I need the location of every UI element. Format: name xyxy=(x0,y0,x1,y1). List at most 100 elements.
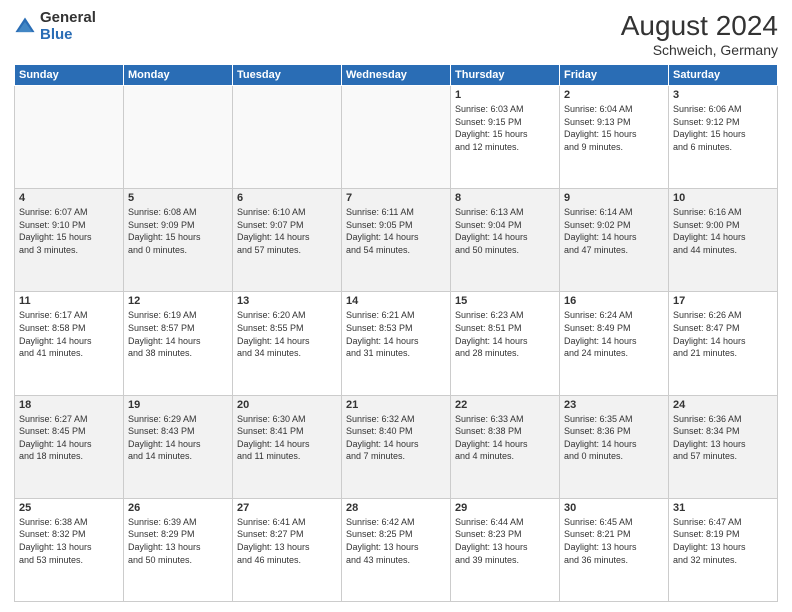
day-number: 30 xyxy=(564,502,664,514)
logo: General Blue xyxy=(14,10,96,43)
calendar-week-row: 11 Sunrise: 6:17 AM Sunset: 8:58 PM Dayli… xyxy=(15,292,778,395)
table-row: 19 Sunrise: 6:29 AM Sunset: 8:43 PM Dayli… xyxy=(124,395,233,498)
day-number: 31 xyxy=(673,502,773,514)
day-info: Sunrise: 6:36 AM Sunset: 8:34 PM Dayligh… xyxy=(673,413,773,463)
day-info: Sunrise: 6:08 AM Sunset: 9:09 PM Dayligh… xyxy=(128,206,228,256)
day-info: Sunrise: 6:20 AM Sunset: 8:55 PM Dayligh… xyxy=(237,309,337,359)
day-info: Sunrise: 6:17 AM Sunset: 8:58 PM Dayligh… xyxy=(19,309,119,359)
table-row: 25Sunrise: 6:38 AM Sunset: 8:32 PM Dayli… xyxy=(15,498,124,601)
day-info: Sunrise: 6:16 AM Sunset: 9:00 PM Dayligh… xyxy=(673,206,773,256)
calendar-header-row: Sunday Monday Tuesday Wednesday Thursday… xyxy=(15,65,778,86)
day-number: 14 xyxy=(346,295,446,307)
calendar-week-row: 4Sunrise: 6:07 AM Sunset: 9:10 PM Daylig… xyxy=(15,189,778,292)
day-number: 7 xyxy=(346,192,446,204)
day-info: Sunrise: 6:38 AM Sunset: 8:32 PM Dayligh… xyxy=(19,516,119,566)
day-number: 8 xyxy=(455,192,555,204)
day-info: Sunrise: 6:10 AM Sunset: 9:07 PM Dayligh… xyxy=(237,206,337,256)
day-info: Sunrise: 6:21 AM Sunset: 8:53 PM Dayligh… xyxy=(346,309,446,359)
col-saturday: Saturday xyxy=(669,65,778,86)
table-row xyxy=(342,86,451,189)
day-info: Sunrise: 6:39 AM Sunset: 8:29 PM Dayligh… xyxy=(128,516,228,566)
day-number: 15 xyxy=(455,295,555,307)
day-info: Sunrise: 6:30 AM Sunset: 8:41 PM Dayligh… xyxy=(237,413,337,463)
table-row: 7Sunrise: 6:11 AM Sunset: 9:05 PM Daylig… xyxy=(342,189,451,292)
table-row: 20 Sunrise: 6:30 AM Sunset: 8:41 PM Dayli… xyxy=(233,395,342,498)
table-row: 11 Sunrise: 6:17 AM Sunset: 8:58 PM Dayli… xyxy=(15,292,124,395)
header: General Blue August 2024 Schweich, Germa… xyxy=(14,10,778,58)
day-number: 16 xyxy=(564,295,664,307)
table-row: 12 Sunrise: 6:19 AM Sunset: 8:57 PM Dayli… xyxy=(124,292,233,395)
logo-text: General Blue xyxy=(40,10,96,43)
calendar-week-row: 18 Sunrise: 6:27 AM Sunset: 8:45 PM Dayli… xyxy=(15,395,778,498)
day-number: 17 xyxy=(673,295,773,307)
table-row: 23Sunrise: 6:35 AM Sunset: 8:36 PM Dayli… xyxy=(560,395,669,498)
day-info: Sunrise: 6:35 AM Sunset: 8:36 PM Dayligh… xyxy=(564,413,664,463)
day-info: Sunrise: 6:44 AM Sunset: 8:23 PM Dayligh… xyxy=(455,516,555,566)
table-row: 26Sunrise: 6:39 AM Sunset: 8:29 PM Dayli… xyxy=(124,498,233,601)
table-row: 1Sunrise: 6:03 AM Sunset: 9:15 PM Daylig… xyxy=(451,86,560,189)
day-number: 21 xyxy=(346,399,446,411)
day-number: 29 xyxy=(455,502,555,514)
table-row: 17 Sunrise: 6:26 AM Sunset: 8:47 PM Dayli… xyxy=(669,292,778,395)
day-info: Sunrise: 6:47 AM Sunset: 8:19 PM Dayligh… xyxy=(673,516,773,566)
table-row: 13 Sunrise: 6:20 AM Sunset: 8:55 PM Dayli… xyxy=(233,292,342,395)
table-row: 29 Sunrise: 6:44 AM Sunset: 8:23 PM Dayli… xyxy=(451,498,560,601)
day-info: Sunrise: 6:42 AM Sunset: 8:25 PM Dayligh… xyxy=(346,516,446,566)
day-info: Sunrise: 6:26 AM Sunset: 8:47 PM Dayligh… xyxy=(673,309,773,359)
table-row: 3Sunrise: 6:06 AM Sunset: 9:12 PM Daylig… xyxy=(669,86,778,189)
day-number: 20 xyxy=(237,399,337,411)
table-row: 30 Sunrise: 6:45 AM Sunset: 8:21 PM Dayli… xyxy=(560,498,669,601)
col-thursday: Thursday xyxy=(451,65,560,86)
day-number: 24 xyxy=(673,399,773,411)
day-info: Sunrise: 6:45 AM Sunset: 8:21 PM Dayligh… xyxy=(564,516,664,566)
table-row: 9Sunrise: 6:14 AM Sunset: 9:02 PM Daylig… xyxy=(560,189,669,292)
day-info: Sunrise: 6:41 AM Sunset: 8:27 PM Dayligh… xyxy=(237,516,337,566)
table-row: 2Sunrise: 6:04 AM Sunset: 9:13 PM Daylig… xyxy=(560,86,669,189)
day-number: 9 xyxy=(564,192,664,204)
day-number: 18 xyxy=(19,399,119,411)
table-row xyxy=(15,86,124,189)
table-row: 4Sunrise: 6:07 AM Sunset: 9:10 PM Daylig… xyxy=(15,189,124,292)
day-info: Sunrise: 6:33 AM Sunset: 8:38 PM Dayligh… xyxy=(455,413,555,463)
day-number: 6 xyxy=(237,192,337,204)
col-monday: Monday xyxy=(124,65,233,86)
day-info: Sunrise: 6:24 AM Sunset: 8:49 PM Dayligh… xyxy=(564,309,664,359)
table-row: 8 Sunrise: 6:13 AM Sunset: 9:04 PM Daylig… xyxy=(451,189,560,292)
day-number: 3 xyxy=(673,89,773,101)
calendar-week-row: 25Sunrise: 6:38 AM Sunset: 8:32 PM Dayli… xyxy=(15,498,778,601)
table-row xyxy=(124,86,233,189)
day-info: Sunrise: 6:07 AM Sunset: 9:10 PM Dayligh… xyxy=(19,206,119,256)
day-info: Sunrise: 6:19 AM Sunset: 8:57 PM Dayligh… xyxy=(128,309,228,359)
table-row: 16 Sunrise: 6:24 AM Sunset: 8:49 PM Dayli… xyxy=(560,292,669,395)
day-info: Sunrise: 6:29 AM Sunset: 8:43 PM Dayligh… xyxy=(128,413,228,463)
day-number: 27 xyxy=(237,502,337,514)
month-year: August 2024 xyxy=(621,10,778,42)
table-row xyxy=(233,86,342,189)
table-row: 6 Sunrise: 6:10 AM Sunset: 9:07 PM Daylig… xyxy=(233,189,342,292)
day-number: 13 xyxy=(237,295,337,307)
day-info: Sunrise: 6:04 AM Sunset: 9:13 PM Dayligh… xyxy=(564,103,664,153)
page: General Blue August 2024 Schweich, Germa… xyxy=(0,0,792,612)
table-row: 24 Sunrise: 6:36 AM Sunset: 8:34 PM Dayli… xyxy=(669,395,778,498)
table-row: 5Sunrise: 6:08 AM Sunset: 9:09 PM Daylig… xyxy=(124,189,233,292)
table-row: 10 Sunrise: 6:16 AM Sunset: 9:00 PM Dayli… xyxy=(669,189,778,292)
table-row: 31 Sunrise: 6:47 AM Sunset: 8:19 PM Dayli… xyxy=(669,498,778,601)
day-number: 11 xyxy=(19,295,119,307)
table-row: 22Sunrise: 6:33 AM Sunset: 8:38 PM Dayli… xyxy=(451,395,560,498)
col-friday: Friday xyxy=(560,65,669,86)
col-wednesday: Wednesday xyxy=(342,65,451,86)
day-info: Sunrise: 6:13 AM Sunset: 9:04 PM Dayligh… xyxy=(455,206,555,256)
location: Schweich, Germany xyxy=(621,42,778,58)
day-number: 19 xyxy=(128,399,228,411)
day-number: 10 xyxy=(673,192,773,204)
table-row: 28Sunrise: 6:42 AM Sunset: 8:25 PM Dayli… xyxy=(342,498,451,601)
logo-blue-label: Blue xyxy=(40,27,96,44)
day-info: Sunrise: 6:27 AM Sunset: 8:45 PM Dayligh… xyxy=(19,413,119,463)
table-row: 14 Sunrise: 6:21 AM Sunset: 8:53 PM Dayli… xyxy=(342,292,451,395)
logo-general-label: General xyxy=(40,10,96,27)
day-info: Sunrise: 6:03 AM Sunset: 9:15 PM Dayligh… xyxy=(455,103,555,153)
logo-icon xyxy=(14,16,36,38)
day-info: Sunrise: 6:32 AM Sunset: 8:40 PM Dayligh… xyxy=(346,413,446,463)
day-info: Sunrise: 6:23 AM Sunset: 8:51 PM Dayligh… xyxy=(455,309,555,359)
day-number: 12 xyxy=(128,295,228,307)
